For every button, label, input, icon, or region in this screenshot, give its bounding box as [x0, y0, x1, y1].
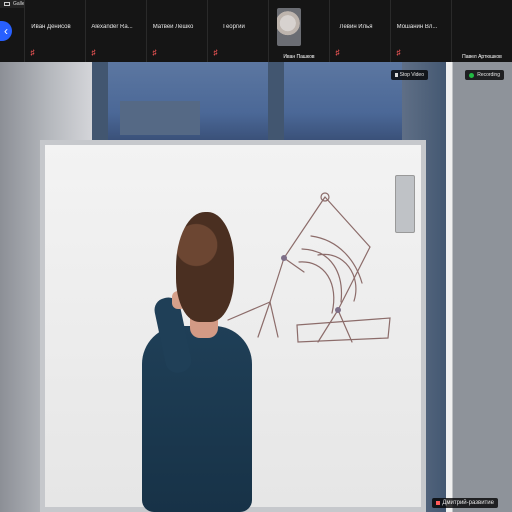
participant-name-1: Мошанин Вл...: [396, 24, 438, 30]
participant-name-2: Левин Илья: [339, 24, 373, 30]
recording-text: Recording: [477, 72, 500, 78]
zoom-meeting-window: Gallery View ‹ Павел Артюшков Мошанин Вл…: [0, 0, 512, 512]
participant-tile-3[interactable]: Иван Пашков: [268, 0, 329, 62]
recording-dot-icon: [469, 72, 475, 78]
participant-tile-2[interactable]: Левин Илья ♯: [329, 0, 390, 62]
presenter-head: [176, 212, 234, 322]
participant-name-6: Alexander Ra...: [91, 24, 133, 30]
participant-tile-7[interactable]: Иван Денисов ♯: [24, 0, 85, 62]
participant-strip: Gallery View ‹ Павел Артюшков Мошанин Вл…: [0, 0, 512, 63]
stop-video-label[interactable]: Stop Video: [390, 70, 428, 80]
video-icon: [394, 73, 398, 77]
presenter-video-subject: [142, 212, 252, 512]
mic-off-icon: ♯: [213, 48, 218, 57]
participant-tile-5[interactable]: Матвей Лешко ♯: [146, 0, 207, 62]
mic-off-icon: ♯: [152, 48, 157, 57]
participant-tile-1[interactable]: Мошанин Вл... ♯: [390, 0, 451, 62]
presenter-body: [142, 326, 252, 512]
active-speaker-label: Дмитрий-развитие: [432, 498, 498, 508]
mic-off-icon: [436, 501, 441, 505]
mic-off-icon: ♯: [335, 48, 340, 57]
main-video-area: Stop Video Recording Дмитрий-развитие: [0, 62, 512, 512]
mic-off-icon: ♯: [396, 48, 401, 57]
participant-video-3: [277, 8, 301, 46]
stop-video-text: Stop Video: [399, 72, 424, 78]
participant-name-5: Матвей Лешко: [152, 24, 194, 30]
active-speaker-name: Дмитрий-развитие: [442, 500, 494, 506]
participant-name-4: Георгий: [223, 24, 245, 30]
participant-name-3: Иван Пашков: [283, 54, 315, 60]
participant-name-0: Павел Артюшков: [462, 54, 502, 60]
participant-tile-0[interactable]: Павел Артюшков: [451, 0, 512, 62]
building-view: [120, 101, 200, 135]
chevron-left-icon: ‹: [4, 24, 8, 38]
participant-name-7: Иван Денисов: [31, 24, 71, 30]
recording-indicator[interactable]: Recording: [465, 70, 504, 80]
participant-tile-4[interactable]: Георгий ♯: [207, 0, 268, 62]
participant-tile-6[interactable]: Alexander Ra... ♯: [85, 0, 146, 62]
mic-off-icon: ♯: [30, 48, 35, 57]
previous-participants-button[interactable]: ‹: [0, 21, 12, 41]
gallery-view-icon: [4, 2, 10, 6]
mic-off-icon: ♯: [91, 48, 96, 57]
